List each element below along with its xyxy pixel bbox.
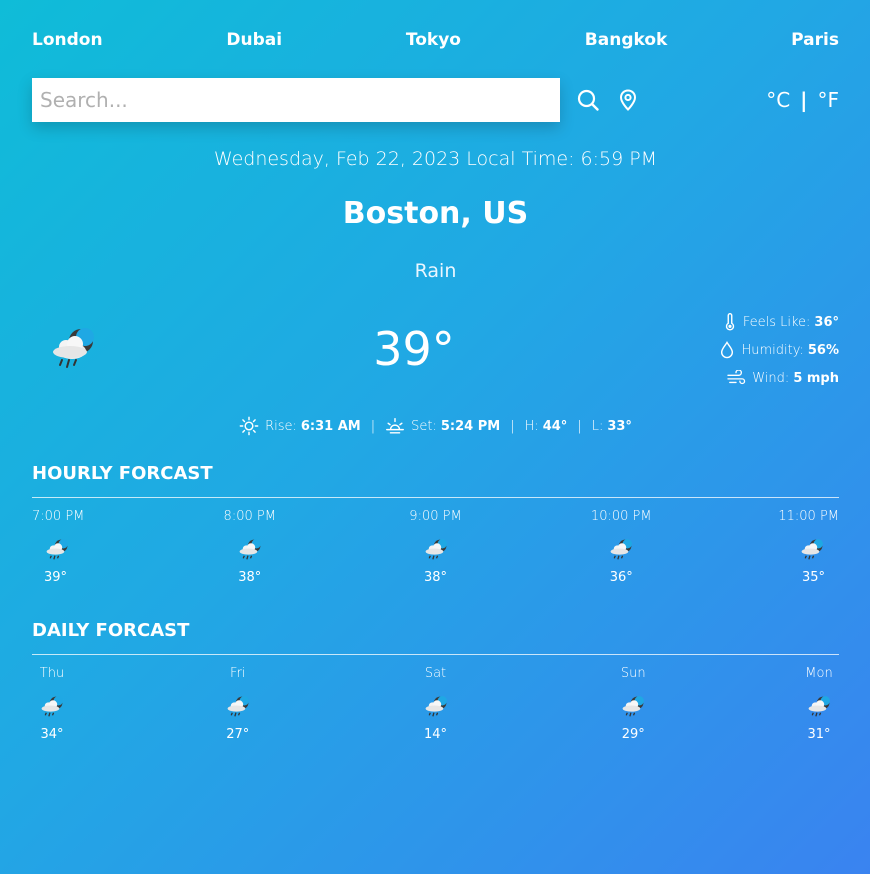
low-temp-group: L: 33° bbox=[592, 419, 632, 434]
cloud-rain-moon-icon bbox=[227, 696, 249, 717]
cloud-rain-moon-icon bbox=[239, 539, 261, 560]
cloud-rain-moon-icon bbox=[801, 539, 823, 560]
droplet-icon bbox=[721, 341, 734, 359]
cloud-rain-moon-icon bbox=[610, 539, 633, 560]
hourly-item: 7:00 PM 39° bbox=[32, 507, 96, 587]
hourly-temp: 35° bbox=[801, 570, 825, 585]
celsius-button[interactable]: °C bbox=[766, 88, 790, 112]
weather-condition: Rain bbox=[414, 260, 457, 282]
cloud-rain-moon-icon bbox=[622, 696, 645, 717]
daily-day: Thu bbox=[39, 666, 65, 681]
fahrenheit-button[interactable]: °F bbox=[817, 88, 839, 112]
hourly-divider bbox=[32, 497, 839, 498]
sunrise-group: Rise: 6:31 AM bbox=[239, 416, 361, 436]
sunset-value: 5:24 PM bbox=[440, 418, 501, 434]
sunrise-icon bbox=[239, 416, 259, 436]
cloud-rain-moon-icon bbox=[425, 539, 447, 560]
hourly-forecast-list: 7:00 PM 39° 8:00 PM 38° 9:00 PM 38° 10:0… bbox=[32, 507, 839, 587]
hourly-item: 10:00 PM 36° bbox=[589, 507, 653, 587]
hourly-time: 11:00 PM bbox=[778, 509, 839, 524]
wind-icon bbox=[727, 370, 746, 385]
weather-app: London Dubai Tokyo Bangkok Paris °C | °F… bbox=[32, 0, 839, 874]
weather-details: Feels Like: 36° Humidity: 56% Wind: 5 mp… bbox=[639, 308, 839, 392]
hourly-time: 9:00 PM bbox=[409, 509, 462, 524]
daily-item: Mon 31° bbox=[799, 664, 839, 744]
city-nav: London Dubai Tokyo Bangkok Paris bbox=[32, 28, 839, 52]
separator: | bbox=[510, 418, 515, 434]
daily-temp: 14° bbox=[423, 727, 448, 742]
high-temp-group: H: 44° bbox=[525, 419, 568, 434]
wind-label: Wind: bbox=[752, 370, 790, 386]
search-icon[interactable] bbox=[576, 88, 600, 112]
daily-forecast-list: Thu 34° Fri 27° Sat 14° Sun 29° Mon 31° bbox=[32, 664, 839, 744]
sun-high-low-row: Rise: 6:31 AM | Set: 5:24 PM | H: 44° | bbox=[32, 414, 839, 438]
separator: | bbox=[370, 418, 376, 434]
hourly-time: 7:00 PM bbox=[32, 509, 85, 524]
city-link-bangkok[interactable]: Bangkok bbox=[585, 30, 668, 50]
humidity-row: Humidity: 56% bbox=[639, 336, 839, 364]
sunset-label: Set: bbox=[411, 418, 437, 434]
low-temp-value: 33° bbox=[607, 418, 632, 434]
daily-divider bbox=[32, 654, 839, 655]
cloud-rain-moon-icon bbox=[425, 696, 447, 717]
unit-separator: | bbox=[800, 88, 808, 112]
sunset-group: Set: 5:24 PM bbox=[385, 416, 500, 436]
wind-row: Wind: 5 mph bbox=[639, 364, 839, 392]
city-link-tokyo[interactable]: Tokyo bbox=[406, 30, 461, 50]
search-row: °C | °F bbox=[32, 78, 839, 122]
cloud-rain-moon-icon bbox=[46, 539, 68, 560]
feels-like-label: Feels Like: bbox=[742, 314, 811, 330]
hourly-item: 9:00 PM 38° bbox=[404, 507, 468, 587]
daily-item: Sun 29° bbox=[601, 664, 665, 744]
hourly-item: 11:00 PM 35° bbox=[775, 507, 839, 587]
daily-temp: 31° bbox=[807, 727, 831, 742]
daily-day: Mon bbox=[805, 666, 833, 681]
daily-item: Thu 34° bbox=[32, 664, 72, 744]
hourly-item: 8:00 PM 38° bbox=[218, 507, 282, 587]
cloud-rain-moon-icon bbox=[41, 696, 63, 717]
cloud-rain-moon-icon bbox=[808, 696, 830, 717]
daily-temp: 27° bbox=[226, 727, 250, 742]
hourly-temp: 39° bbox=[44, 570, 68, 585]
hourly-temp: 38° bbox=[423, 570, 448, 585]
hourly-forecast-title: HOURLY FORCAST bbox=[32, 463, 213, 484]
high-temp-value: 44° bbox=[542, 418, 568, 434]
daily-day: Fri bbox=[230, 666, 246, 681]
daily-item: Fri 27° bbox=[206, 664, 270, 744]
search-input[interactable] bbox=[32, 78, 560, 122]
hourly-temp: 38° bbox=[238, 570, 262, 585]
cloud-rain-moon-icon bbox=[53, 328, 94, 368]
hourly-time: 8:00 PM bbox=[223, 509, 276, 524]
daily-item: Sat 14° bbox=[404, 664, 468, 744]
feels-like-row: Feels Like: 36° bbox=[639, 308, 839, 336]
local-date-time: Wednesday, Feb 22, 2023 Local Time: 6:59… bbox=[213, 148, 658, 170]
city-link-paris[interactable]: Paris bbox=[791, 30, 839, 50]
daily-day: Sun bbox=[620, 666, 646, 681]
hourly-temp: 36° bbox=[609, 570, 633, 585]
location-pin-icon[interactable] bbox=[616, 88, 640, 112]
high-temp-label: H: bbox=[524, 418, 539, 434]
city-link-london[interactable]: London bbox=[32, 30, 103, 50]
city-title: Boston, US bbox=[342, 196, 529, 231]
sunrise-label: Rise: bbox=[265, 418, 297, 434]
hourly-time: 10:00 PM bbox=[590, 509, 652, 524]
city-link-dubai[interactable]: Dubai bbox=[226, 30, 282, 50]
daily-forecast-title: DAILY FORCAST bbox=[32, 620, 190, 641]
separator: | bbox=[577, 418, 582, 434]
humidity-value: 56% bbox=[807, 342, 839, 358]
humidity-label: Humidity: bbox=[741, 342, 804, 358]
thermometer-icon bbox=[725, 313, 734, 331]
wind-value: 5 mph bbox=[793, 370, 839, 386]
daily-temp: 34° bbox=[40, 727, 64, 742]
feels-like-value: 36° bbox=[814, 314, 839, 330]
low-temp-label: L: bbox=[591, 418, 604, 434]
unit-toggle: °C | °F bbox=[766, 86, 839, 114]
sunrise-value: 6:31 AM bbox=[300, 418, 361, 434]
daily-day: Sat bbox=[424, 666, 447, 681]
daily-temp: 29° bbox=[621, 727, 645, 742]
sunset-icon bbox=[386, 418, 405, 434]
current-temperature: 39° bbox=[373, 322, 455, 376]
